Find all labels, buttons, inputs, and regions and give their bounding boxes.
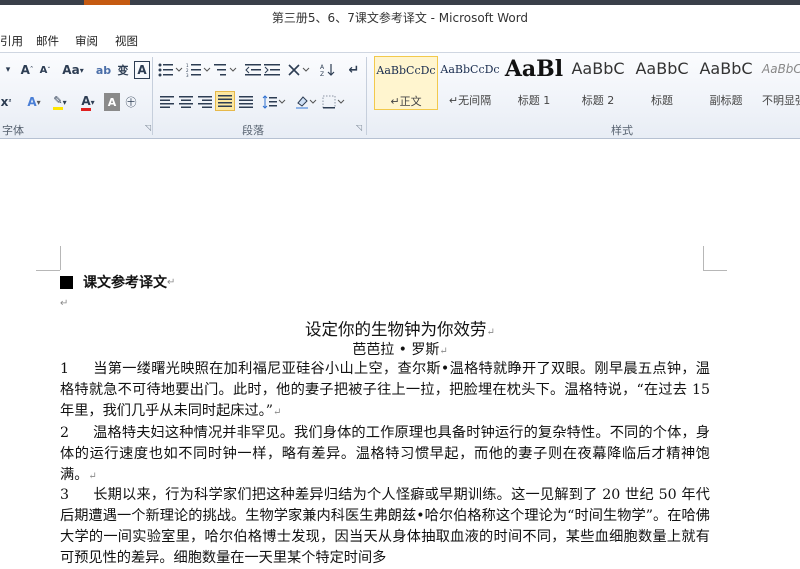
document-author: 芭芭拉 • 罗斯↵ [60,339,710,359]
style-sample: AaBbC [699,59,753,78]
paragraph-text: 当第一缕曙光映照在加利福尼亚硅谷小山上空，查尔斯•温格特就睁开了双眼。刚早晨五点… [60,361,710,419]
style-name: 不明显强 [762,94,800,107]
numbering-icon[interactable]: 123 [186,61,212,79]
paragraph-mark-icon: ↵ [272,407,282,418]
style-name: ↵正文 [390,95,422,108]
tab-view[interactable]: 视图 [115,33,138,49]
tab-mailings[interactable]: 邮件 [36,33,59,49]
paragraph-number: 2 [60,425,70,441]
svg-text:A: A [320,64,325,71]
text-effects-icon[interactable]: A ▾ [22,93,46,111]
document-page[interactable]: 课文参考译文 ↵ ↵ 设定你的生物钟为你效劳↵ 芭芭拉 • 罗斯↵ 1 当第一缕曙… [0,140,800,569]
paragraph-text: 温格特夫妇这种情况并非罕见。我们身体的工作原理也具备时钟运行的复杂特性。不同的个… [60,425,710,483]
paragraph-mark-icon: ↵ [60,298,69,309]
paragraph-mark-icon: ↵ [439,346,448,357]
shrink-font-icon[interactable]: Aˇ [38,61,52,79]
justify-icon[interactable] [215,91,235,111]
style-name: 标题 1 [517,94,551,107]
ribbon-tabs: 引用 邮件 审阅 视图 [0,28,800,52]
heading-text: 课文参考译文 [83,275,167,291]
sort-icon[interactable]: AZ [320,61,336,79]
style-sample: AaBl [504,56,564,82]
character-border-icon[interactable]: A [134,61,150,79]
group-separator [366,57,367,135]
decrease-indent-icon[interactable] [245,61,261,79]
shading-icon[interactable] [295,93,319,111]
style-sample: AaBbC [571,59,625,78]
crop-mark [36,270,60,271]
highlight-color-icon[interactable]: ✎ ▾ [48,93,72,111]
paragraph: 2 温格特夫妇这种情况并非罕见。我们身体的工作原理也具备时钟运行的复杂特性。不同的… [60,423,710,487]
svg-text:3: 3 [186,73,189,77]
style-sample: AaBbC [762,62,800,76]
styles-gallery: AaBbCcDc ↵正文 AaBbCcDc ↵无间隔 AaBl 标题 1 AaB… [371,56,800,116]
paragraph: 1 当第一缕曙光映照在加利福尼亚硅谷小山上空，查尔斯•温格特就睁开了双眼。刚早晨五… [60,359,710,423]
align-center-icon[interactable] [178,93,194,111]
font-color-icon[interactable]: A ▾ [76,93,100,111]
style-sample: AaBbC [635,59,689,78]
style-title[interactable]: AaBbC 标题 [630,56,694,110]
style-name: ↵无间隔 [448,94,492,107]
paragraph-mark-icon: ↵ [88,471,97,482]
phonetic-guide-icon[interactable]: 变 [114,61,132,79]
paragraph-number: 3 [60,487,70,503]
bullets-icon[interactable] [158,61,184,79]
style-subtle-emphasis[interactable]: AaBbC 不明显强 [758,56,800,110]
align-right-icon[interactable] [197,93,213,111]
section-heading: 课文参考译文 ↵ [60,272,175,292]
align-left-icon[interactable] [159,93,175,111]
style-subtitle[interactable]: AaBbC 副标题 [694,56,758,110]
style-heading-1[interactable]: AaBl 标题 1 [502,56,566,110]
borders-icon[interactable] [322,93,346,111]
svg-text:Z: Z [320,71,324,77]
tab-review[interactable]: 审阅 [75,33,98,49]
group-separator [152,57,153,135]
paragraph-group-label: 段落 [242,124,264,137]
paragraph-mark-icon: ↵ [167,276,176,288]
ribbon: ▾ Aˆ Aˇ Aa ▾ ab 变 A x² A ▾ ✎ ▾ A ▾ A ㊉ 字体 ◹ … [0,52,800,139]
style-name: 标题 2 [581,94,615,107]
grow-font-icon[interactable]: Aˆ [18,61,36,79]
style-sample: AaBbCcDc [376,64,436,77]
superscript-icon[interactable]: x² [0,93,12,111]
crop-mark [703,270,727,271]
tab-references[interactable]: 引用 [0,33,23,49]
style-sample: AaBbCcDc [440,63,500,76]
crop-mark [703,246,704,270]
style-normal[interactable]: AaBbCcDc ↵正文 [374,56,438,110]
enclose-characters-icon[interactable]: ㊉ [123,93,139,111]
styles-group-label: 样式 [611,124,633,137]
paragraph-number: 1 [60,361,70,377]
show-formatting-marks-icon[interactable]: ↵ [346,61,362,79]
font-dialog-launcher-icon[interactable]: ◹ [145,123,151,132]
paragraph: 3 长期以来，行为科学家们把这种差异归结为个人怪癖或早期训练。这一见解到了 20 … [60,485,710,569]
title-text: 设定你的生物钟为你效劳 [305,320,487,339]
increase-indent-icon[interactable] [264,61,280,79]
chinese-layout-icon[interactable] [288,61,312,79]
heading-bullet-icon [60,275,73,289]
distributed-align-icon[interactable] [238,93,254,111]
window-title: 第三册5、6、7课文参考译文 - Microsoft Word [271,11,529,25]
character-shading-icon[interactable]: A [104,93,120,111]
multilevel-list-icon[interactable] [214,61,240,79]
style-name: 标题 [651,94,673,107]
document-title: 设定你的生物钟为你效劳↵ [60,316,710,340]
crop-mark [60,246,61,270]
paragraph-text: 长期以来，行为科学家们把这种差异归结为个人怪癖或早期训练。这一见解到了 20 世… [60,487,710,566]
style-no-spacing[interactable]: AaBbCcDc ↵无间隔 [438,56,502,110]
paragraph-mark-icon: ↵ [486,327,495,338]
style-heading-2[interactable]: AaBbC 标题 2 [566,56,630,110]
line-spacing-icon[interactable] [262,93,286,111]
style-name: 副标题 [709,94,743,107]
change-case-icon[interactable]: Aa ▾ [62,61,84,79]
font-size-dropdown-icon[interactable]: ▾ [2,61,14,79]
font-group-label: 字体 [2,124,24,137]
author-text: 芭芭拉 • 罗斯 [352,342,440,358]
paragraph-dialog-launcher-icon[interactable]: ◹ [356,123,362,132]
title-bar: 第三册5、6、7课文参考译文 - Microsoft Word [0,5,800,28]
clear-formatting-icon[interactable]: ab [95,61,112,79]
